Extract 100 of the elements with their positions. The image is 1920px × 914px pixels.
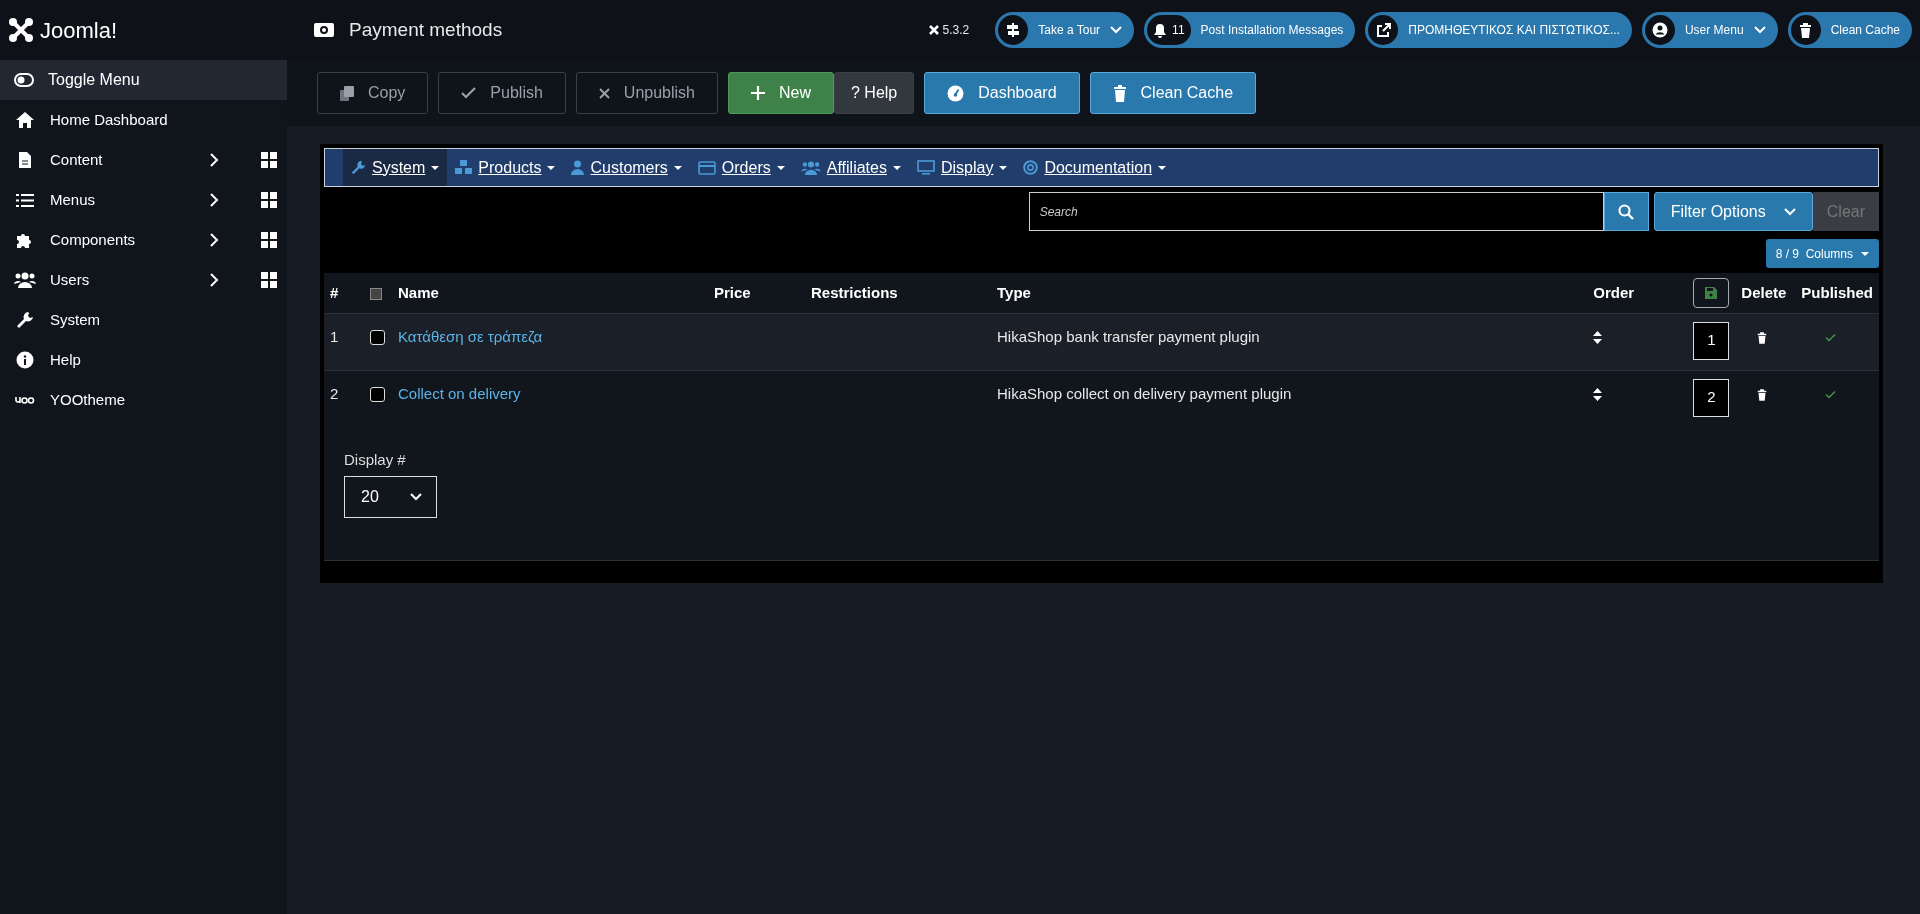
row-number: 1 (324, 313, 364, 370)
dashboard-grid-icon (261, 152, 277, 168)
header-button[interactable]: ΠΡΟΜΗΘΕΥΤΙΚΟΣ ΚΑΙ ΠΙΣΤΩΤΙΚΟΣ... (1365, 12, 1632, 48)
search-icon (1618, 203, 1635, 220)
info-icon (16, 351, 34, 369)
header-button[interactable]: 11 Post Installation Messages (1144, 12, 1356, 48)
published-check-icon[interactable] (1825, 332, 1837, 342)
column-header: Price (708, 273, 805, 313)
dashboard-grid-icon (261, 232, 277, 248)
shop-menu-item[interactable]: Affiliates (792, 149, 909, 186)
count-label: 11 (1172, 22, 1185, 39)
users-icon (14, 272, 36, 288)
user-icon (1651, 22, 1668, 38)
trash-icon (1799, 22, 1813, 38)
dashboard-grid-icon (261, 192, 277, 208)
chevron-right-icon (210, 153, 219, 167)
sidebar-item[interactable]: Users (0, 260, 287, 300)
sidebar-item[interactable]: Menus (0, 180, 287, 220)
user-icon (571, 160, 585, 175)
display-count-select[interactable]: 20 (344, 475, 437, 518)
select-all-checkbox[interactable] (370, 287, 382, 300)
cubes-icon (455, 160, 473, 175)
column-header: Published (1795, 273, 1879, 313)
users-icon (800, 160, 821, 175)
search-button[interactable] (1603, 192, 1649, 231)
payment-method-link[interactable]: Κατάθεση σε τράπεζα (398, 327, 543, 345)
column-header: Type (991, 273, 1588, 313)
lifebuoy-icon (1023, 160, 1039, 175)
chevron-down-icon (1110, 26, 1123, 34)
toggle-menu-button[interactable]: Toggle Menu (0, 60, 287, 100)
sidebar-item[interactable]: YOOtheme (0, 380, 287, 420)
yootheme-logo-icon (15, 395, 35, 405)
payment-method-link[interactable]: Collect on delivery (398, 384, 521, 402)
credit-card-icon (697, 160, 716, 175)
money-icon (313, 22, 335, 38)
shop-menu-item[interactable]: Display (908, 149, 1016, 186)
external-link-icon (1375, 22, 1391, 38)
shop-menu-item[interactable]: Documentation (1015, 149, 1175, 186)
check-icon (461, 87, 477, 99)
trash-icon (1112, 84, 1127, 102)
header-button[interactable]: Take a Tour (995, 12, 1135, 48)
sidebar-item[interactable]: System (0, 300, 287, 340)
toolbar-button[interactable]: New (728, 72, 834, 114)
header-button[interactable]: Clean Cache (1787, 12, 1912, 48)
column-header: Name (392, 273, 708, 313)
sidebar-item[interactable]: Content (0, 140, 287, 180)
toolbar-button[interactable]: Dashboard (924, 72, 1080, 114)
plus-icon (751, 86, 765, 100)
puzzle-icon (16, 231, 34, 249)
dashboard-grid-icon (261, 272, 277, 288)
trash-icon (1757, 331, 1768, 344)
display-count-label: Display # (344, 450, 407, 470)
chevron-down-icon (1753, 26, 1766, 34)
row-checkbox[interactable] (370, 387, 385, 403)
wrench-icon (351, 160, 366, 175)
header-button[interactable]: User Menu (1641, 12, 1778, 48)
chevron-down-icon (1783, 207, 1796, 216)
order-input[interactable]: 2 (1693, 378, 1730, 417)
signpost-icon (1005, 22, 1022, 38)
columns-button[interactable]: 8 / 9 Columns (1765, 239, 1879, 268)
brand-name: Joomla! (40, 16, 118, 45)
search-field[interactable]: Search (1028, 192, 1604, 231)
shop-menu-item[interactable]: Customers (563, 149, 690, 186)
table-cell: HikaShop bank transfer payment plugin (991, 313, 1588, 370)
shop-menu-item[interactable]: Orders (689, 149, 793, 186)
sidebar-item[interactable]: Help (0, 340, 287, 380)
toolbar-button[interactable]: Clean Cache (1089, 72, 1257, 114)
version-label: 5.3.2 (928, 21, 970, 39)
trash-icon (1757, 388, 1768, 401)
bell-icon (1153, 22, 1168, 38)
chevron-right-icon (210, 273, 219, 287)
monitor-icon (916, 160, 935, 175)
order-input[interactable]: 1 (1693, 321, 1730, 360)
joomla-logo-icon (928, 25, 939, 35)
shop-menu-item[interactable]: System (343, 149, 448, 186)
toolbar-button[interactable]: ? Help (834, 72, 915, 114)
shop-menu-item[interactable]: Products (447, 149, 564, 186)
sidebar-item[interactable]: Components (0, 220, 287, 260)
chevron-down-icon (410, 492, 422, 501)
copy-icon (340, 85, 354, 101)
column-header: Restrictions (805, 273, 991, 313)
filter-options-button[interactable]: Filter Options (1653, 192, 1813, 231)
document-icon (18, 151, 32, 169)
close-icon (598, 87, 610, 99)
chevron-right-icon (210, 193, 219, 207)
column-header: Delete (1735, 273, 1796, 313)
row-checkbox[interactable] (370, 330, 385, 346)
column-header: # (324, 273, 364, 313)
column-header: Order (1587, 273, 1688, 313)
sidebar-item[interactable]: Home Dashboard (0, 100, 287, 140)
sort-handle-icon (1593, 331, 1603, 345)
table-cell: HikaShop collect on delivery payment plugin (991, 370, 1588, 427)
home-icon (15, 111, 35, 129)
save-order-button[interactable] (1693, 277, 1730, 308)
sort-handle-icon (1593, 388, 1603, 402)
gauge-icon (947, 84, 965, 102)
page-title: Payment methods (349, 17, 503, 42)
toggle-icon (14, 73, 34, 87)
joomla-logo-icon (8, 17, 34, 43)
published-check-icon[interactable] (1825, 389, 1837, 399)
